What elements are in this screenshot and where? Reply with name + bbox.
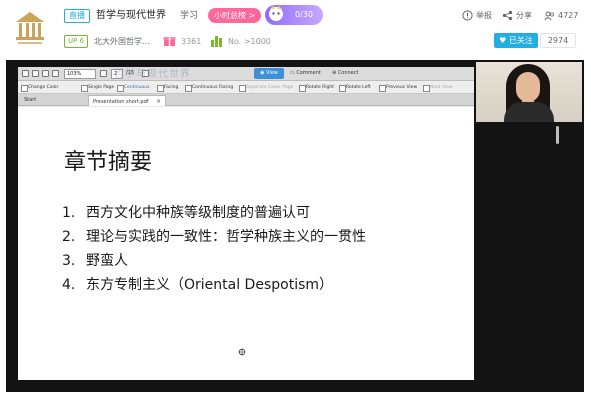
list-item-text: 西方文化中种族等级制度的普遍认可 xyxy=(86,205,310,221)
change-color-button[interactable]: Change Color xyxy=(20,83,58,92)
slide-outline-list: 1. 西方文化中种族等级制度的普遍认可 2. 理论与实践的一致性：哲学种族主义的一贯… xyxy=(62,201,366,297)
live-status-badge: 直播 xyxy=(64,9,90,23)
list-item: 2. 理论与实践的一致性：哲学种族主义的一贯性 xyxy=(62,225,366,249)
rotate-right-button[interactable]: Rotate Right xyxy=(298,83,334,92)
tab-start[interactable]: Start xyxy=(20,95,40,106)
stream-watermark: 哲学与现代世界 xyxy=(114,69,191,80)
previous-view-button[interactable]: Previous View xyxy=(378,83,417,92)
follow-button[interactable]: ♥ 已关注 xyxy=(494,33,538,48)
tab-file-label: Presentation short.pdf xyxy=(93,99,149,105)
continuous-facing-button[interactable]: Continuous Facing xyxy=(184,83,233,92)
list-item-text: 理论与实践的一致性：哲学种族主义的一贯性 xyxy=(86,229,366,245)
room-title: 哲学与现代世界 xyxy=(96,10,166,21)
continuous-button[interactable]: Continuous xyxy=(116,83,149,92)
live-room-header: 直播 哲学与现代世界 学习 小时总榜 > 0/30 UP 6 北大外国哲学...… xyxy=(0,0,591,58)
rotate-left-button[interactable]: Rotate Left xyxy=(338,83,371,92)
list-item-text: 野蛮人 xyxy=(86,253,128,269)
report-button[interactable]: 举报 xyxy=(462,10,492,22)
view-label: View xyxy=(266,70,278,76)
heart-icon: ♥ xyxy=(499,36,507,45)
pdf-viewer-window: 103% 2 /15 哲学与现代世界 ◉ View ▭ Comment ⊕ Co… xyxy=(18,67,474,380)
list-item-text: 东方专制主义（Oriental Despotism） xyxy=(86,277,334,293)
pdf-slide-page: 章节摘要 1. 西方文化中种族等级制度的普遍认可 2. 理论与实践的一致性：哲学种族… xyxy=(18,107,474,380)
video-player[interactable]: 103% 2 /15 哲学与现代世界 ◉ View ▭ Comment ⊕ Co… xyxy=(6,60,584,392)
connect-tab[interactable]: ⊕ Connect xyxy=(330,69,360,78)
share-icon xyxy=(502,10,513,21)
single-page-button[interactable]: Single Page xyxy=(80,83,114,92)
report-label: 举报 xyxy=(476,11,492,20)
fans-icon xyxy=(544,11,555,21)
gift-count: 3361 xyxy=(181,37,202,46)
list-item: 4. 东方专制主义（Oriental Despotism） xyxy=(62,273,366,297)
presenter-body xyxy=(504,102,554,122)
mouse-cursor-icon xyxy=(238,348,246,356)
list-item: 3. 野蛮人 xyxy=(62,249,366,273)
follow-label: 已关注 xyxy=(508,36,533,45)
open-file-icon[interactable] xyxy=(32,70,39,77)
connect-label: Connect xyxy=(337,70,359,76)
save-icon[interactable] xyxy=(52,70,59,77)
gift-icon xyxy=(163,37,176,46)
comment-label: Comment xyxy=(296,70,321,76)
view-tab[interactable]: ◉ View xyxy=(254,68,284,79)
next-view-button[interactable]: Next View xyxy=(422,83,453,92)
room-category-link[interactable]: 学习 xyxy=(180,9,198,23)
rank-bars-icon xyxy=(211,36,222,47)
list-item-number: 2. xyxy=(62,229,76,245)
mascot-icon xyxy=(269,6,283,21)
document-tab-bar: Start Presentation short.pdf × xyxy=(18,94,474,106)
share-button[interactable]: 分享 xyxy=(502,10,532,22)
rank-number[interactable]: No. >1000 xyxy=(228,35,271,48)
fans-count-display: 4727 xyxy=(544,10,579,22)
prev-page-icon[interactable] xyxy=(100,70,107,77)
slide-scrollbar[interactable] xyxy=(556,126,559,144)
anniversary-badge[interactable]: 0/30 xyxy=(265,5,323,25)
tab-close-icon[interactable]: × xyxy=(156,98,161,105)
list-item: 1. 西方文化中种族等级制度的普遍认可 xyxy=(62,201,366,225)
pdf-main-toolbar: 103% 2 /15 哲学与现代世界 ◉ View ▭ Comment ⊕ Co… xyxy=(18,67,474,81)
list-item-number: 4. xyxy=(62,277,76,293)
follow-count: 2974 xyxy=(540,33,576,48)
print-icon[interactable] xyxy=(42,70,49,77)
presenter-webcam xyxy=(476,62,582,122)
separate-cover-page-button[interactable]: Separate Cover Page xyxy=(238,83,293,92)
share-label: 分享 xyxy=(516,11,532,20)
list-item-number: 1. xyxy=(62,205,76,221)
fans-count: 4727 xyxy=(558,11,579,20)
slide-title: 章节摘要 xyxy=(64,150,153,175)
up-level-badge: UP 6 xyxy=(64,35,89,48)
zoom-select[interactable]: 103% xyxy=(64,69,96,79)
anniversary-count: 0/30 xyxy=(295,10,313,19)
list-item-number: 3. xyxy=(62,253,76,269)
comment-tab[interactable]: ▭ Comment xyxy=(288,69,323,78)
university-logo-icon[interactable] xyxy=(10,8,50,48)
tab-presentation-file[interactable]: Presentation short.pdf × xyxy=(88,95,167,106)
presenter-face xyxy=(516,72,540,102)
warning-icon xyxy=(462,10,473,21)
home-icon[interactable] xyxy=(22,70,29,77)
pdf-view-toolbar: Change Color Single Page Continuous Faci… xyxy=(18,81,474,94)
facing-button[interactable]: Facing xyxy=(156,83,178,92)
hourly-rank-button[interactable]: 小时总榜 > xyxy=(208,8,262,23)
uploader-name-link[interactable]: 北大外国哲学... xyxy=(94,35,150,48)
